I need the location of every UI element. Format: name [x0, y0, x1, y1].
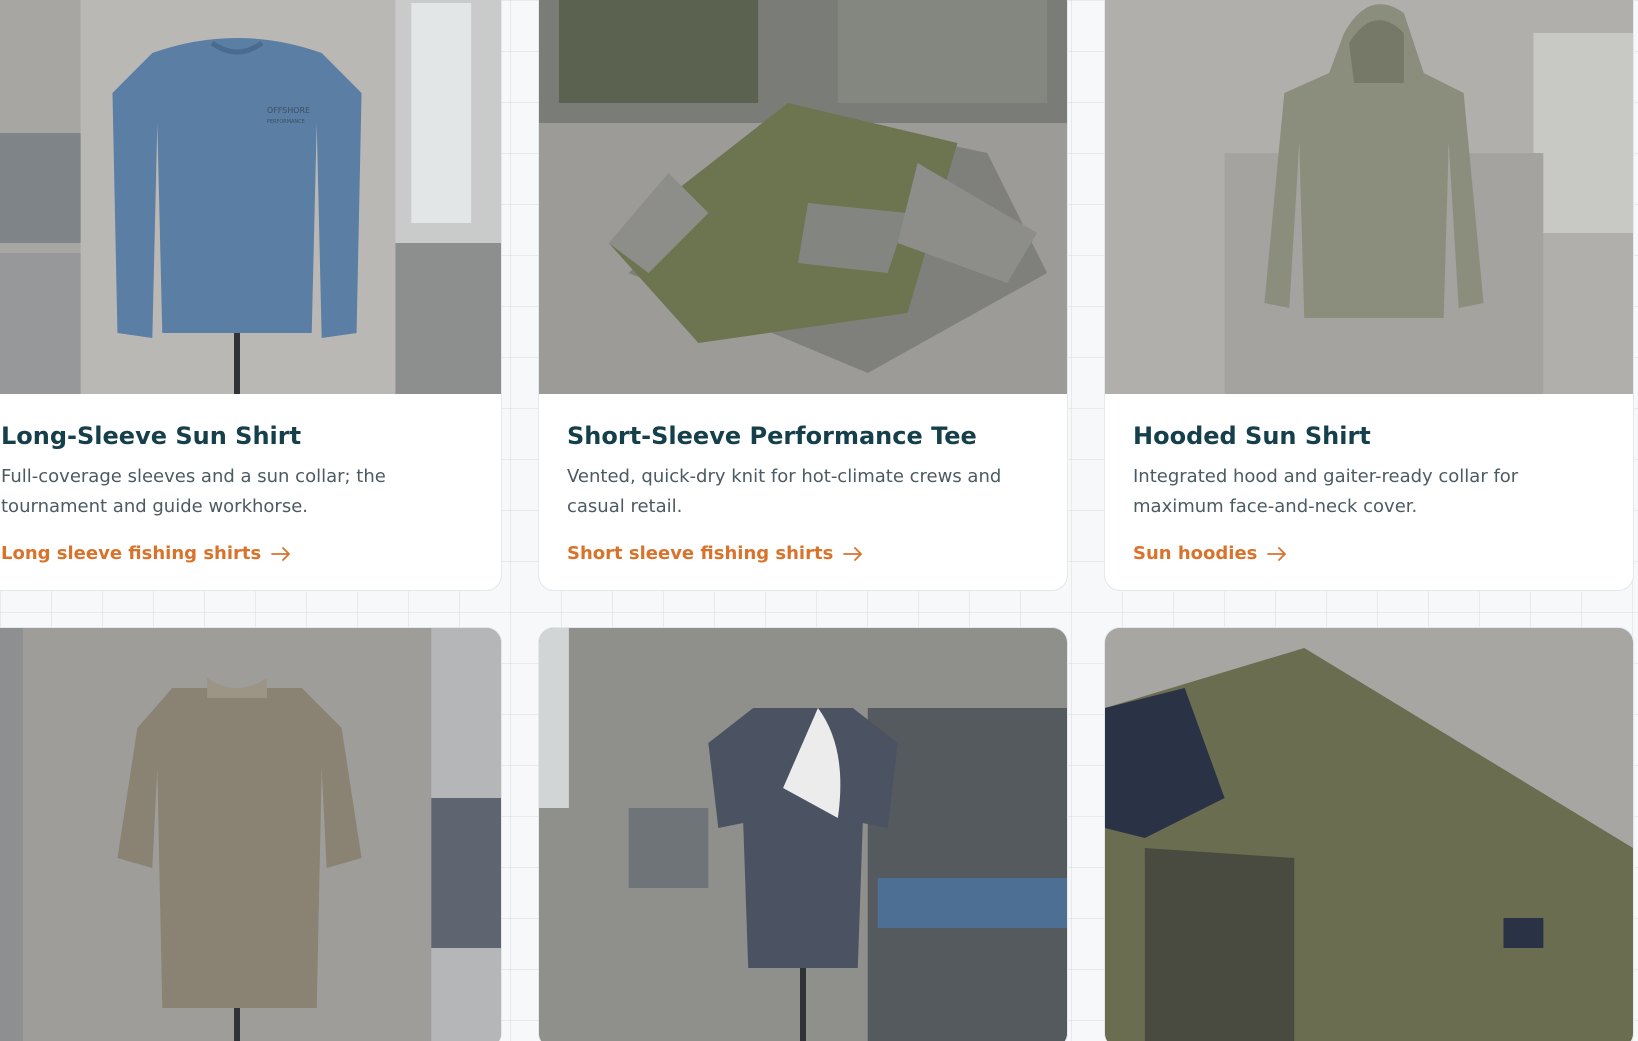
arrow-right-icon	[1267, 546, 1287, 561]
shirt-logo-subtext: PERFORMANCE	[267, 119, 305, 125]
card-short-sleeve-performance-tee: Short-Sleeve Performance Tee Vented, qui…	[538, 0, 1068, 591]
card-long-sleeve-sun-shirt: OFFSHORE PERFORMANCE Long-Sleeve Sun Shi…	[0, 0, 502, 591]
product-card-grid: OFFSHORE PERFORMANCE Long-Sleeve Sun Shi…	[0, 0, 1638, 1041]
short-sleeve-fishing-shirts-link[interactable]: Short sleeve fishing shirts	[567, 543, 863, 564]
card-button-down-shirt	[0, 627, 502, 1041]
link-label: Long sleeve fishing shirts	[1, 543, 262, 564]
short-sleeve-tee-photo	[539, 0, 1067, 394]
button-down-shirt-photo	[0, 628, 501, 1041]
card-description: Full-coverage sleeves and a sun collar; …	[1, 466, 386, 517]
sun-hoodies-link[interactable]: Sun hoodies	[1133, 543, 1287, 564]
card-title: Long-Sleeve Sun Shirt	[1, 422, 302, 450]
arrow-right-icon	[271, 546, 291, 561]
long-sleeve-shirt-photo: OFFSHORE PERFORMANCE	[0, 0, 501, 394]
arrow-right-icon	[843, 546, 863, 561]
link-label: Sun hoodies	[1133, 543, 1258, 564]
colorblock-shirt-photo	[1105, 628, 1633, 1041]
shirt-logo-text: OFFSHORE	[267, 106, 310, 115]
card-title: Hooded Sun Shirt	[1133, 422, 1371, 450]
link-label: Short sleeve fishing shirts	[567, 543, 834, 564]
card-hooded-sun-shirt: Hooded Sun Shirt Integrated hood and gai…	[1104, 0, 1634, 591]
card-title: Short-Sleeve Performance Tee	[567, 422, 977, 450]
card-description: Vented, quick-dry knit for hot-climate c…	[567, 466, 1002, 517]
long-sleeve-fishing-shirts-link[interactable]: Long sleeve fishing shirts	[1, 543, 291, 564]
card-colorblock-shirt	[1104, 627, 1634, 1041]
sublimated-tee-photo	[539, 628, 1067, 1041]
card-description: Integrated hood and gaiter-ready collar …	[1133, 466, 1519, 517]
hooded-sun-shirt-photo	[1105, 0, 1633, 394]
card-sublimated-tee	[538, 627, 1068, 1041]
